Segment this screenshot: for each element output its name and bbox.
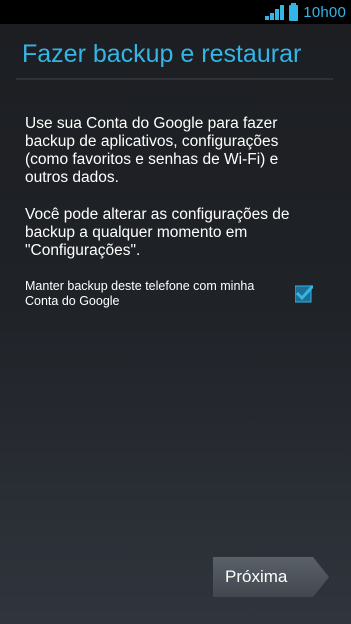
title-divider bbox=[16, 78, 333, 80]
settings-note-paragraph: Você pode alterar as configurações de ba… bbox=[25, 206, 290, 259]
next-button[interactable]: Próxima bbox=[213, 557, 329, 597]
status-icons: 10h00 bbox=[265, 0, 346, 24]
status-clock: 10h00 bbox=[303, 3, 346, 21]
description-paragraph: Use sua Conta do Google para fazer backu… bbox=[25, 115, 279, 186]
backup-option-label: Manter backup deste telefone com minha C… bbox=[25, 279, 255, 308]
backup-checkbox[interactable] bbox=[295, 285, 313, 303]
next-button-label: Próxima bbox=[225, 567, 288, 586]
backup-option-row[interactable]: Manter backup deste telefone com minha C… bbox=[25, 277, 327, 317]
status-bar: 10h00 bbox=[0, 0, 351, 24]
battery-icon bbox=[289, 2, 299, 21]
signal-icon bbox=[265, 4, 285, 20]
page-title: Fazer backup e restaurar bbox=[22, 40, 302, 68]
